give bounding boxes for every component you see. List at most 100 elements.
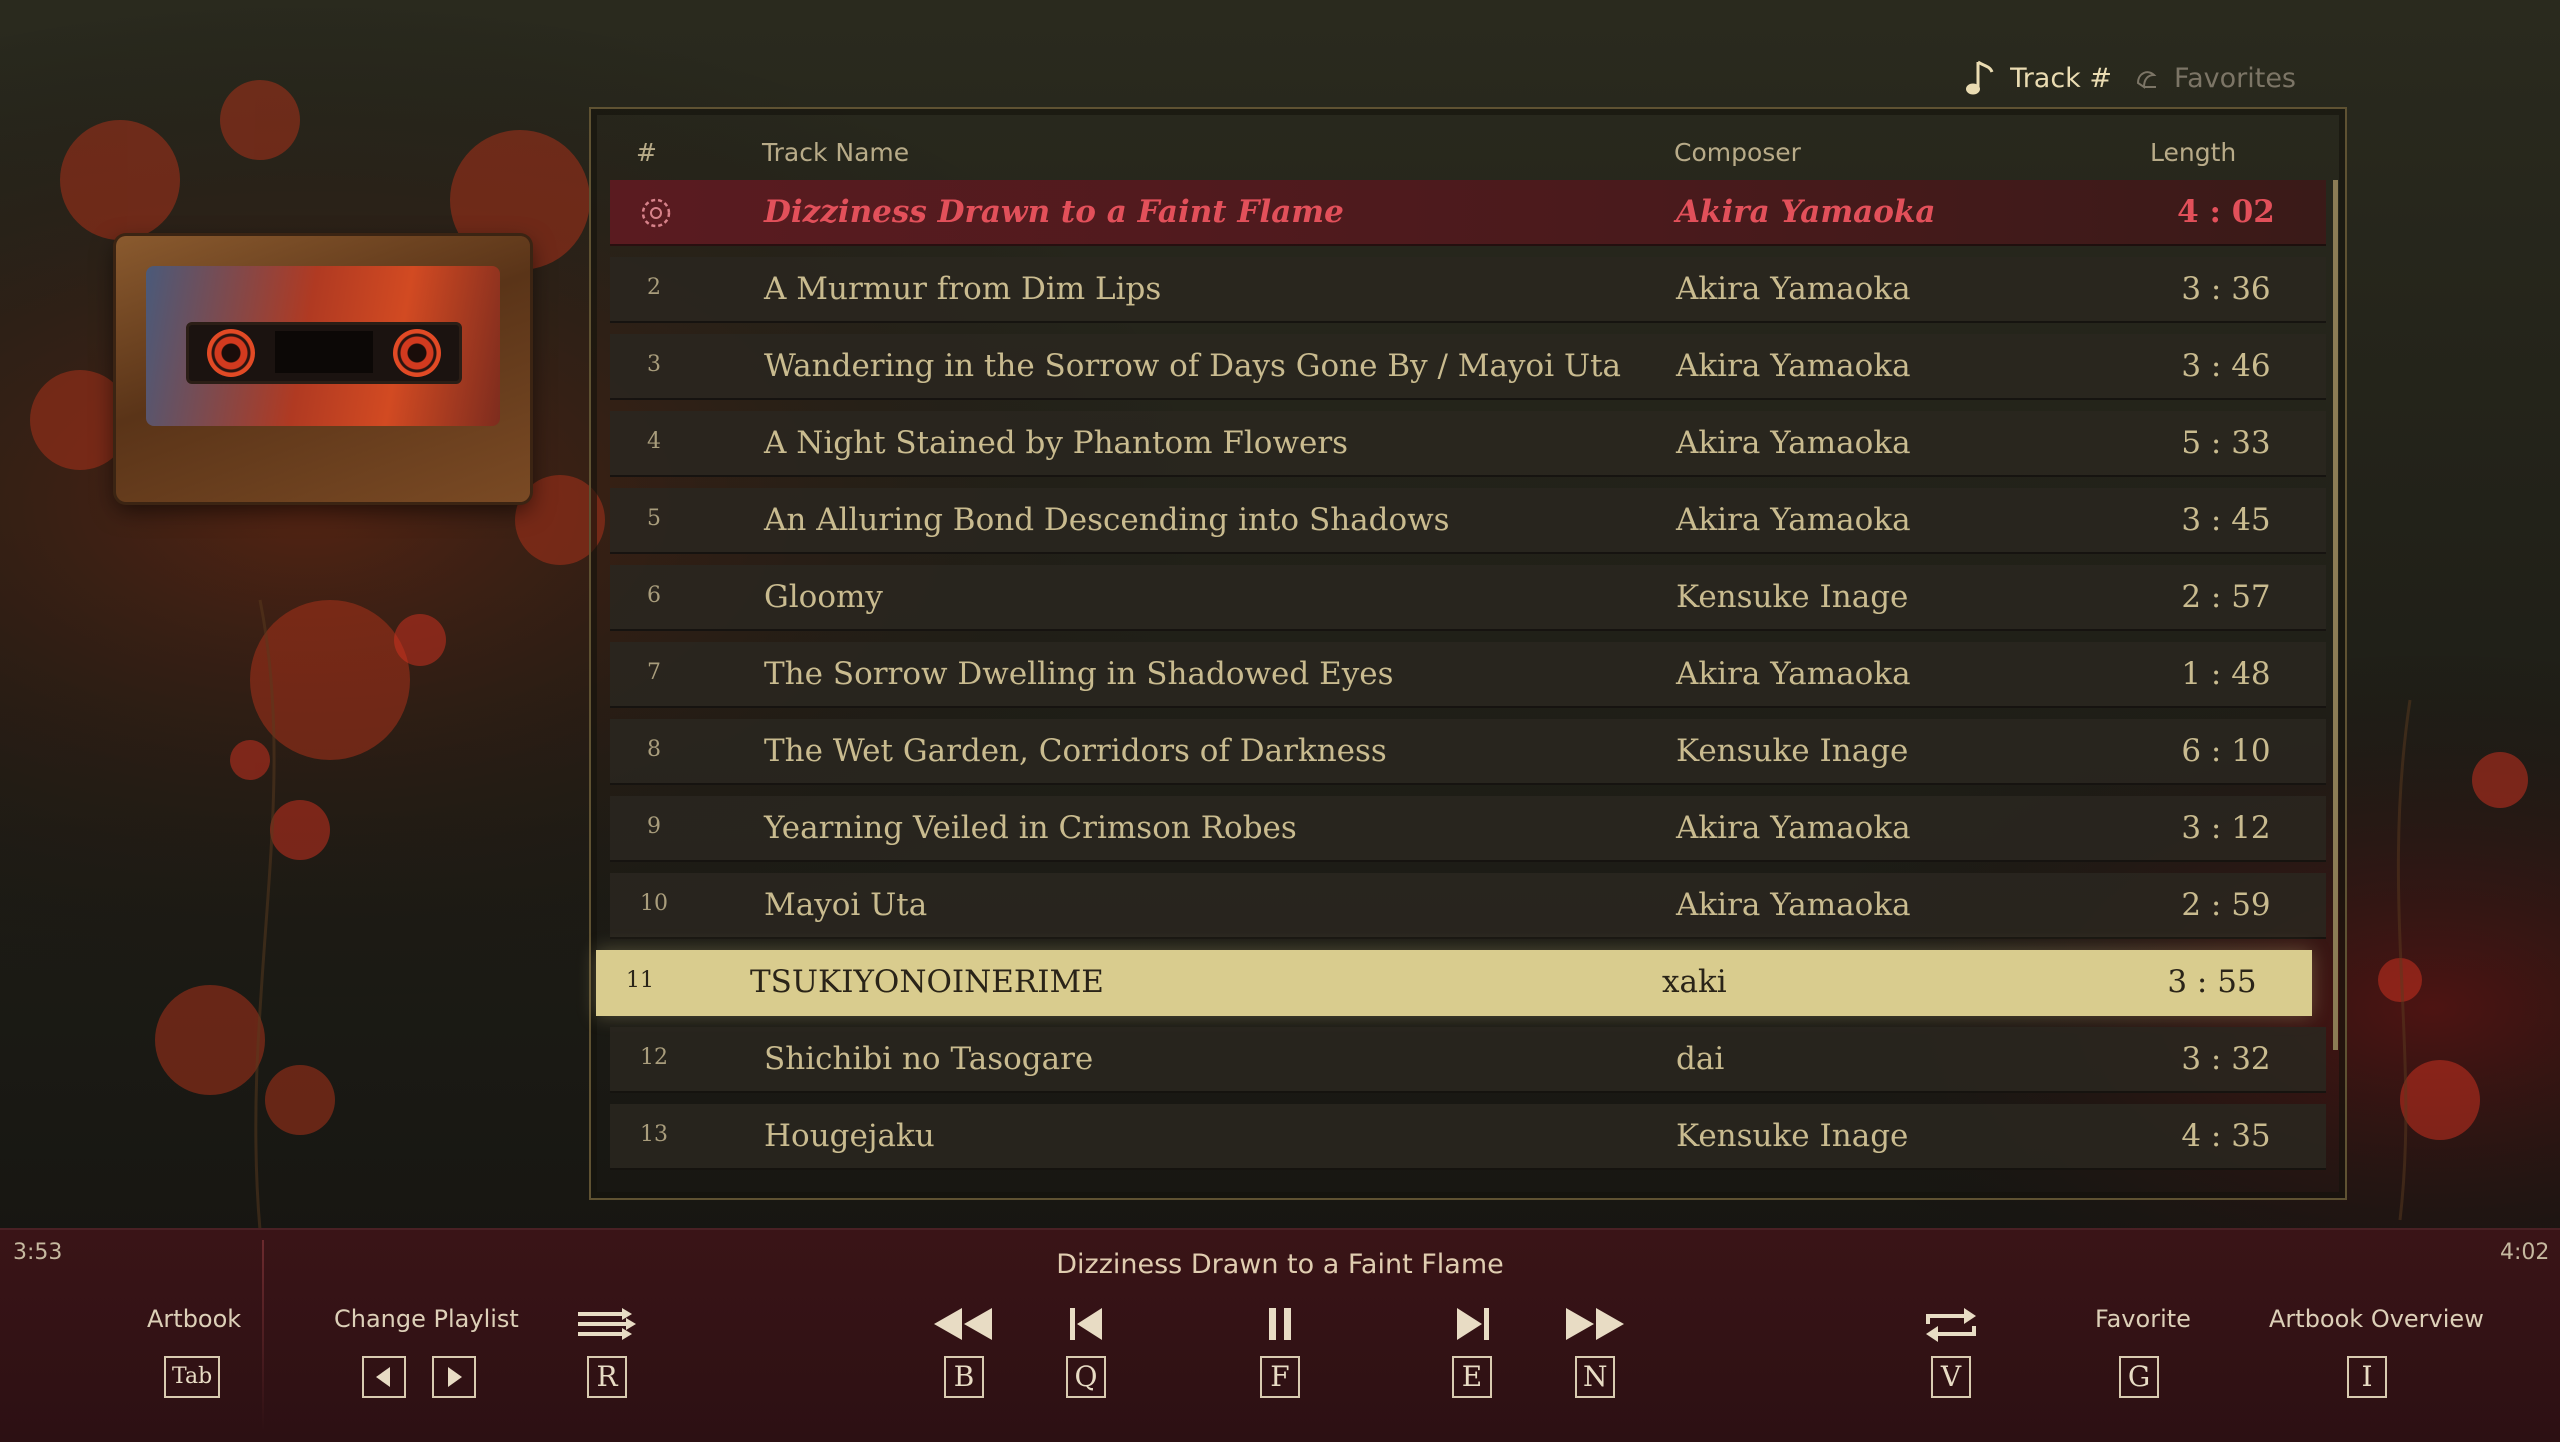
track-row[interactable]: Dizziness Drawn to a Faint Flame Akira Y… xyxy=(610,180,2326,246)
track-name: Mayoi Uta xyxy=(764,887,928,923)
elapsed-time: 3:53 xyxy=(13,1240,63,1265)
track-row[interactable]: 9 Yearning Veiled in Crimson Robes Akira… xyxy=(610,796,2326,862)
next-key[interactable]: E xyxy=(1452,1356,1492,1398)
playlist-next-key[interactable] xyxy=(432,1356,476,1398)
cassette-reel-right xyxy=(393,329,441,377)
fast-forward-key[interactable]: N xyxy=(1575,1356,1615,1398)
cassette-tape xyxy=(275,331,373,373)
sort-tabs: Track # Favorites xyxy=(1964,54,2296,102)
track-composer: Akira Yamaoka xyxy=(1676,348,1911,384)
scrollbar-thumb[interactable] xyxy=(2333,180,2338,1050)
track-list-header: # Track Name Composer Length xyxy=(610,130,2326,176)
track-number: 7 xyxy=(647,660,661,685)
fast-forward-icon xyxy=(1566,1308,1624,1340)
cassette-reel-left xyxy=(207,329,255,377)
track-length: 3 : 46 xyxy=(2181,348,2271,384)
rewind-icon xyxy=(934,1308,992,1340)
now-playing-icon xyxy=(641,198,671,228)
change-playlist-label: Change Playlist xyxy=(334,1305,519,1333)
track-row[interactable]: 13 Hougejaku Kensuke Inage 4 : 35 xyxy=(610,1104,2326,1170)
track-row[interactable]: 8 The Wet Garden, Corridors of Darkness … xyxy=(610,719,2326,785)
favorite-label: Favorite xyxy=(2095,1305,2191,1333)
track-name: An Alluring Bond Descending into Shadows xyxy=(764,502,1450,538)
track-row[interactable]: 11 TSUKIYONOINERIME xaki 3 : 55 xyxy=(596,950,2312,1016)
track-number: 3 xyxy=(647,352,661,377)
previous-key[interactable]: Q xyxy=(1066,1356,1106,1398)
track-number: 2 xyxy=(647,275,661,300)
sort-by-track-label: Track # xyxy=(2010,62,2113,94)
track-length: 1 : 48 xyxy=(2181,656,2271,692)
track-length: 4 : 35 xyxy=(2181,1118,2271,1154)
favorite-key[interactable]: G xyxy=(2119,1356,2159,1398)
rewind-key[interactable]: B xyxy=(944,1356,984,1398)
repeat-key[interactable]: V xyxy=(1931,1356,1971,1398)
triangle-left-icon xyxy=(376,1367,390,1387)
track-name: Shichibi no Tasogare xyxy=(764,1041,1094,1077)
track-length: 3 : 36 xyxy=(2181,271,2271,307)
sort-by-track-tab[interactable]: Track # xyxy=(1964,58,2112,98)
header-length: Length xyxy=(2150,138,2237,167)
pause-icon xyxy=(1269,1308,1291,1340)
track-composer: Akira Yamaoka xyxy=(1676,194,1936,230)
shuffle-key[interactable]: R xyxy=(587,1356,627,1398)
header-composer: Composer xyxy=(1674,138,1801,167)
track-composer: Kensuke Inage xyxy=(1676,1118,1909,1154)
track-name: The Wet Garden, Corridors of Darkness xyxy=(764,733,1387,769)
playlist-prev-key[interactable] xyxy=(362,1356,406,1398)
track-length: 3 : 32 xyxy=(2181,1041,2271,1077)
track-row[interactable]: 2 A Murmur from Dim Lips Akira Yamaoka 3… xyxy=(610,257,2326,323)
artbook-overview-key[interactable]: I xyxy=(2347,1356,2387,1398)
skip-previous-icon xyxy=(1070,1308,1102,1340)
track-name: Hougejaku xyxy=(764,1118,935,1154)
cassette-label-art xyxy=(146,266,500,426)
track-row[interactable]: 3 Wandering in the Sorrow of Days Gone B… xyxy=(610,334,2326,400)
track-number: 9 xyxy=(647,814,661,839)
track-number: 5 xyxy=(647,506,661,531)
track-length: 2 : 57 xyxy=(2181,579,2271,615)
sort-by-favorites-tab[interactable]: Favorites xyxy=(2134,63,2296,94)
track-number: 12 xyxy=(640,1045,668,1070)
track-composer: Akira Yamaoka xyxy=(1676,502,1911,538)
track-list-scrollbar[interactable] xyxy=(2333,180,2338,1050)
track-composer: Akira Yamaoka xyxy=(1676,271,1911,307)
sort-by-favorites-label: Favorites xyxy=(2174,62,2296,94)
total-time: 4:02 xyxy=(2500,1240,2550,1265)
track-name: Dizziness Drawn to a Faint Flame xyxy=(764,194,1344,230)
track-number: 4 xyxy=(647,429,661,454)
pause-key[interactable]: F xyxy=(1260,1356,1300,1398)
track-row[interactable]: 12 Shichibi no Tasogare dai 3 : 32 xyxy=(610,1027,2326,1093)
artbook-label: Artbook xyxy=(147,1305,242,1333)
track-length: 3 : 55 xyxy=(2167,964,2257,1000)
track-row[interactable]: 7 The Sorrow Dwelling in Shadowed Eyes A… xyxy=(610,642,2326,708)
track-composer: dai xyxy=(1676,1041,1725,1077)
track-length: 5 : 33 xyxy=(2181,425,2271,461)
track-row[interactable]: 5 An Alluring Bond Descending into Shado… xyxy=(610,488,2326,554)
track-number: 11 xyxy=(626,968,654,993)
bar-divider xyxy=(262,1240,264,1430)
artbook-overview-label: Artbook Overview xyxy=(2269,1305,2484,1333)
now-playing-title: Dizziness Drawn to a Faint Flame xyxy=(1056,1249,1504,1280)
cassette-art xyxy=(116,236,530,502)
track-row[interactable]: 4 A Night Stained by Phantom Flowers Aki… xyxy=(610,411,2326,477)
track-composer: Akira Yamaoka xyxy=(1676,425,1911,461)
track-row[interactable]: 10 Mayoi Uta Akira Yamaoka 2 : 59 xyxy=(610,873,2326,939)
track-number: 10 xyxy=(640,891,668,916)
shuffle-icon xyxy=(578,1308,636,1340)
track-name: Yearning Veiled in Crimson Robes xyxy=(764,810,1297,846)
artbook-key[interactable]: Tab xyxy=(164,1356,220,1398)
favorite-flower-icon xyxy=(2137,71,2157,89)
skip-next-icon xyxy=(1457,1308,1489,1340)
track-composer: Akira Yamaoka xyxy=(1676,810,1911,846)
repeat-icon xyxy=(1926,1308,1976,1342)
track-number: 8 xyxy=(647,737,661,762)
track-name: A Night Stained by Phantom Flowers xyxy=(764,425,1349,461)
track-row[interactable]: 6 Gloomy Kensuke Inage 2 : 57 xyxy=(610,565,2326,631)
track-length: 2 : 59 xyxy=(2181,887,2271,923)
cassette-window xyxy=(186,322,462,384)
track-composer: Akira Yamaoka xyxy=(1676,656,1911,692)
triangle-right-icon xyxy=(448,1367,462,1387)
track-length: 3 : 45 xyxy=(2181,502,2271,538)
track-composer: Kensuke Inage xyxy=(1676,579,1909,615)
track-composer: Akira Yamaoka xyxy=(1676,887,1911,923)
track-number: 13 xyxy=(640,1122,668,1147)
